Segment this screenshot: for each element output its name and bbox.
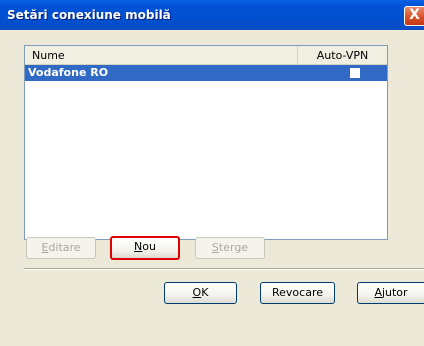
list-header: Nume Auto-VPN bbox=[25, 46, 387, 65]
list-row-vodafone[interactable]: Vodafone RO bbox=[25, 65, 387, 81]
close-icon: X bbox=[409, 7, 420, 23]
auto-vpn-checkbox[interactable] bbox=[350, 68, 360, 78]
row-name: Vodafone RO bbox=[28, 66, 109, 79]
edit-button[interactable]: Editare bbox=[26, 237, 96, 259]
window-title: Setări conexiune mobilă bbox=[7, 8, 171, 22]
close-button[interactable]: X bbox=[404, 6, 424, 26]
cancel-button[interactable]: Revocare bbox=[260, 282, 335, 304]
help-button[interactable]: Ajutor bbox=[357, 282, 424, 304]
title-bar[interactable]: Setări conexiune mobilă X bbox=[0, 0, 424, 30]
column-header-auto-vpn[interactable]: Auto-VPN bbox=[298, 46, 387, 64]
connection-list[interactable]: Nume Auto-VPN Vodafone RO bbox=[24, 45, 388, 240]
delete-button[interactable]: Sterge bbox=[195, 237, 265, 259]
new-button[interactable]: Nou bbox=[110, 236, 180, 260]
separator bbox=[24, 268, 424, 270]
column-header-name[interactable]: Nume bbox=[25, 46, 298, 64]
ok-button[interactable]: OK bbox=[164, 282, 237, 304]
